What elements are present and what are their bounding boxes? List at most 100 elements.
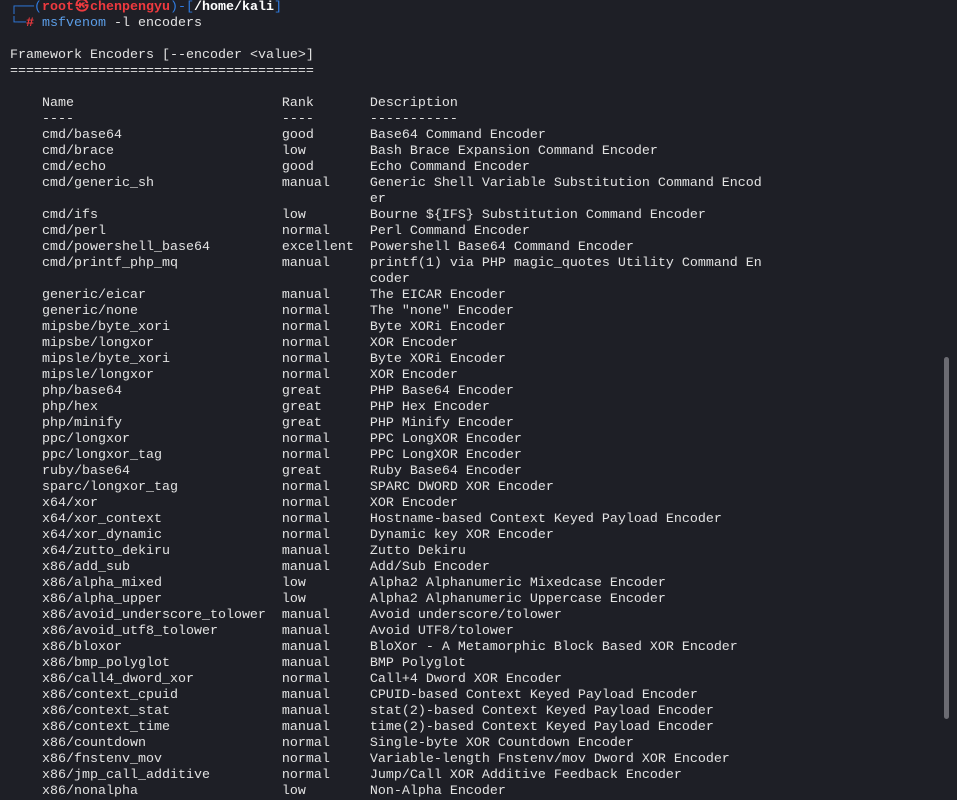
encoder-description: XOR Encoder <box>369 368 458 383</box>
encoder-rank: normal <box>281 528 330 543</box>
encoder-description: PPC LongXOR Encoder <box>369 432 522 447</box>
encoder-description: time(2)-based Context Keyed Payload Enco… <box>369 720 714 735</box>
command-args: -l encoders <box>113 16 202 31</box>
encoder-name: sparc/longxor_tag <box>41 480 178 495</box>
encoder-name: x86/context_time <box>41 720 170 735</box>
table-row: x86/avoid_underscore_tolower manual Avoid … <box>10 608 940 624</box>
section-title: Framework Encoders [--encoder <value>] <box>10 48 314 63</box>
encoder-rank: manual <box>281 256 330 271</box>
encoder-description: Non-Alpha Encoder <box>369 784 506 799</box>
encoder-description: Powershell Base64 Command Encoder <box>369 240 634 255</box>
table-row: cmd/echo good Echo Command Encoder <box>10 160 940 176</box>
table-row: generic/none normal The "none" Encoder <box>10 304 940 320</box>
encoder-name: x86/nonalpha <box>41 784 138 799</box>
column-rule-name: ---- <box>41 112 74 127</box>
encoder-table-body: cmd/base64 good Base64 Command Encoder cmd/… <box>10 128 940 800</box>
table-row: mipsbe/longxor normal XOR Encoder <box>10 336 940 352</box>
encoder-name: php/base64 <box>41 384 122 399</box>
table-row: mipsle/longxor normal XOR Encoder <box>10 368 940 384</box>
encoder-rank: normal <box>281 512 330 527</box>
table-row: x86/context_cpuid manual CPUID-based Conte… <box>10 688 940 704</box>
encoder-rank: manual <box>281 720 330 735</box>
encoder-rank: manual <box>281 640 330 655</box>
table-row: ppc/longxor normal PPC LongXOR Encoder <box>10 432 940 448</box>
table-row: sparc/longxor_tag normal SPARC DWORD XOR E… <box>10 480 940 496</box>
encoder-name: x86/call4_dword_xor <box>41 672 194 687</box>
prompt-corner-top: ┌──( <box>10 0 42 15</box>
encoder-description: The EICAR Encoder <box>369 288 506 303</box>
encoder-name: cmd/powershell_base64 <box>41 240 210 255</box>
encoder-description: CPUID-based Context Keyed Payload Encode… <box>369 688 698 703</box>
encoder-rank: normal <box>281 768 330 783</box>
encoder-name: x64/xor_dynamic <box>41 528 162 543</box>
encoder-description: PHP Minify Encoder <box>369 416 514 431</box>
encoder-rank: low <box>281 208 306 223</box>
encoder-rank: normal <box>281 736 330 751</box>
encoder-rank: excellent <box>281 240 354 255</box>
encoder-description: Echo Command Encoder <box>369 160 530 175</box>
table-row: x64/xor_context normal Hostname-based Cont… <box>10 512 940 528</box>
encoder-rank: low <box>281 784 306 799</box>
prompt-root-char: # <box>26 16 34 31</box>
encoder-rank: manual <box>281 688 330 703</box>
encoder-description: PHP Hex Encoder <box>369 400 490 415</box>
table-row: mipsbe/byte_xori normal Byte XORi Encoder <box>10 320 940 336</box>
encoder-name: mipsbe/byte_xori <box>41 320 170 335</box>
encoder-rank: good <box>281 128 314 143</box>
encoder-name: ppc/longxor_tag <box>41 448 162 463</box>
encoder-description: Zutto Dekiru <box>369 544 466 559</box>
encoder-rank: low <box>281 576 306 591</box>
encoder-name: php/minify <box>41 416 122 431</box>
encoder-description: Alpha2 Alphanumeric Uppercase Encoder <box>369 592 666 607</box>
encoder-name: x86/context_cpuid <box>41 688 178 703</box>
encoder-rank: normal <box>281 432 330 447</box>
encoder-description: stat(2)-based Context Keyed Payload Enco… <box>369 704 714 719</box>
encoder-name: x86/avoid_utf8_tolower <box>41 624 218 639</box>
encoder-name: php/hex <box>41 400 98 415</box>
table-row: cmd/brace low Bash Brace Expansion Command… <box>10 144 940 160</box>
encoder-rank: normal <box>281 320 330 335</box>
encoder-rank: good <box>281 160 314 175</box>
encoder-name: cmd/base64 <box>41 128 122 143</box>
encoder-rank: normal <box>281 368 330 383</box>
encoder-rank: normal <box>281 224 330 239</box>
encoder-rank: normal <box>281 752 330 767</box>
encoder-name: ruby/base64 <box>41 464 130 479</box>
encoder-description: Call+4 Dword XOR Encoder <box>369 672 562 687</box>
table-row: x64/zutto_dekiru manual Zutto Dekiru <box>10 544 940 560</box>
encoder-rank: great <box>281 400 322 415</box>
column-rule-description: ----------- <box>369 112 458 127</box>
encoder-description: Hostname-based Context Keyed Payload Enc… <box>369 512 722 527</box>
table-row: x86/fnstenv_mov normal Variable-length Fns… <box>10 752 940 768</box>
table-row: generic/eicar manual The EICAR Encoder <box>10 288 940 304</box>
encoder-name: generic/eicar <box>41 288 146 303</box>
table-row: x86/jmp_call_additive normal Jump/Call XOR… <box>10 768 940 784</box>
encoder-description: BloXor - A Metamorphic Block Based XOR E… <box>369 640 738 655</box>
encoder-name: cmd/perl <box>41 224 106 239</box>
encoder-name: cmd/ifs <box>41 208 98 223</box>
encoder-description: PPC LongXOR Encoder <box>369 448 522 463</box>
encoder-rank: normal <box>281 672 330 687</box>
encoder-rank: normal <box>281 352 330 367</box>
column-header-rank: Rank <box>281 96 314 111</box>
encoder-description: Byte XORi Encoder <box>369 352 506 367</box>
encoder-name: x86/alpha_mixed <box>41 576 162 591</box>
table-row: x86/bloxor manual BloXor - A Metamorphic B… <box>10 640 940 656</box>
encoder-description: Jump/Call XOR Additive Feedback Encoder <box>369 768 682 783</box>
encoder-name: x64/xor <box>41 496 98 511</box>
encoder-rank: normal <box>281 496 330 511</box>
encoder-rank: normal <box>281 480 330 495</box>
encoder-rank: manual <box>281 288 330 303</box>
column-rule-rank: ---- <box>281 112 314 127</box>
scrollbar-thumb[interactable] <box>944 357 949 719</box>
prompt-cwd: /home/kali <box>193 0 274 15</box>
encoder-name: cmd/printf_php_mq <box>41 256 178 271</box>
encoder-description: Base64 Command Encoder <box>369 128 546 143</box>
encoder-name: x64/xor_context <box>41 512 162 527</box>
table-row: x86/call4_dword_xor normal Call+4 Dword XO… <box>10 672 940 688</box>
table-row: x64/xor_dynamic normal Dynamic key XOR Enc… <box>10 528 940 544</box>
encoder-name: cmd/generic_sh <box>41 176 154 191</box>
encoder-description: printf(1) via PHP magic_quotes Utility C… <box>369 256 762 287</box>
terminal-window[interactable]: ┌──(root㉿chenpengyu)-[/home/kali] └─# msf… <box>0 0 957 800</box>
encoder-description: Dynamic key XOR Encoder <box>369 528 554 543</box>
